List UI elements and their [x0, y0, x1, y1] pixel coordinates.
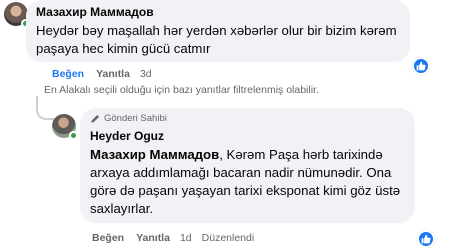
comment-text: Heydər bəy maşallah hər yerdən xəbərlər …	[36, 23, 397, 56]
online-status-icon	[69, 131, 78, 140]
mention-link[interactable]: Мазахир Маммадов	[90, 147, 219, 162]
comment-timestamp[interactable]: 3d	[140, 68, 152, 80]
comment-actions: Beğen Yanıtla 3d	[52, 68, 152, 80]
edited-label: Düzenlendi	[201, 232, 255, 244]
pencil-icon	[91, 114, 100, 123]
filter-note: En Alakalı seçili olduğu için bazı yanıt…	[44, 84, 319, 96]
avatar[interactable]	[4, 2, 30, 28]
reply-button[interactable]: Yanıtla	[136, 232, 170, 244]
like-button[interactable]: Beğen	[92, 232, 124, 244]
reply-author[interactable]: Heyder Oguz	[90, 128, 405, 144]
author-badge: Gönderi Sahibi	[90, 112, 405, 126]
like-button[interactable]: Beğen	[52, 68, 84, 80]
reply-button[interactable]: Yanıtla	[96, 68, 130, 80]
thumbs-up-icon[interactable]	[412, 57, 430, 75]
author-badge-label: Gönderi Sahibi	[104, 113, 167, 124]
reply-timestamp[interactable]: 1d	[180, 232, 192, 244]
reply-text: Мазахир Маммадов, Kərəm Paşa hərb tarixi…	[90, 146, 405, 218]
reply-bubble: Gönderi Sahibi Heyder Oguz Мазахир Мамма…	[80, 108, 415, 223]
comment-author[interactable]: Мазахир Маммадов	[36, 4, 400, 20]
reply-actions: Beğen Yanıtla 1d Düzenlendi	[92, 232, 254, 244]
avatar[interactable]	[52, 114, 78, 140]
thumbs-up-icon[interactable]	[417, 230, 435, 248]
comments-section: Мазахир Маммадов Heydər bəy maşallah hər…	[0, 0, 450, 248]
comment-bubble: Мазахир Маммадов Heydər bəy maşallah hər…	[26, 0, 410, 62]
